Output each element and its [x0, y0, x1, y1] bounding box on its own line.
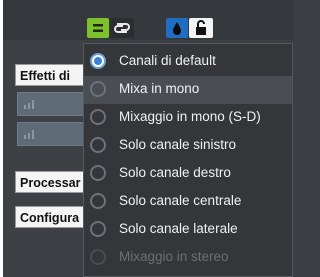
radio-icon [90, 109, 106, 125]
slider-1[interactable] [17, 92, 93, 116]
radio-icon [90, 221, 106, 237]
top-toolbar [3, 0, 293, 40]
channel-menu: Canali di default Mixa in mono Mixaggio … [83, 43, 293, 277]
equals-icon[interactable] [87, 18, 109, 38]
menu-item-center[interactable]: Solo canale centrale [84, 188, 292, 216]
drop-icon[interactable] [166, 18, 188, 38]
menu-item-mono[interactable]: Mixa in mono [84, 76, 292, 104]
radio-icon [90, 137, 106, 153]
left-panel: Effetti di Processar Configura [3, 40, 95, 277]
radio-icon [90, 193, 106, 209]
menu-item-label: Solo canale centrale [119, 193, 242, 208]
radio-icon [90, 165, 106, 181]
menu-item-label: Solo canale laterale [119, 221, 238, 236]
slider-2[interactable] [17, 122, 93, 146]
menu-item-stereo: Mixaggio in stereo [84, 244, 292, 272]
menu-item-label: Solo canale destro [119, 165, 231, 180]
menu-item-left[interactable]: Solo canale sinistro [84, 132, 292, 160]
menu-item-label: Solo canale sinistro [119, 137, 237, 152]
link-icon[interactable] [110, 18, 134, 38]
level-bars-icon [24, 130, 34, 139]
lock-icon[interactable] [189, 18, 213, 38]
menu-item-label: Mixaggio in mono (S-D) [119, 109, 261, 124]
menu-item-label: Mixaggio in stereo [119, 249, 229, 264]
radio-disabled-icon [90, 249, 106, 265]
radio-selected-icon [90, 53, 106, 69]
menu-item-default[interactable]: Canali di default [84, 48, 292, 76]
menu-item-mono-lr[interactable]: Mixaggio in mono (S-D) [84, 104, 292, 132]
menu-item-side[interactable]: Solo canale laterale [84, 216, 292, 244]
menu-item-right[interactable]: Solo canale destro [84, 160, 292, 188]
menu-item-label: Mixa in mono [119, 81, 200, 96]
level-bars-icon [24, 100, 34, 109]
radio-icon [90, 81, 106, 97]
menu-item-label: Canali di default [119, 53, 216, 68]
